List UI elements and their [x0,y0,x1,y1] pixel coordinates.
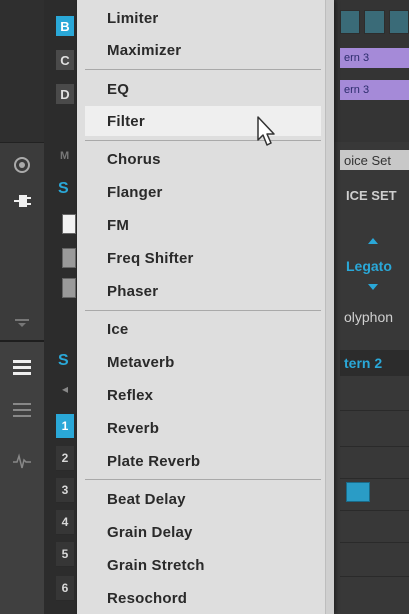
group-button-c[interactable]: C [56,50,74,70]
menu-item-resochord[interactable]: Resochord [85,583,321,613]
menu-item-ice[interactable]: Ice [85,314,321,344]
menu-item-eq[interactable]: EQ [85,74,321,104]
pad-row [340,10,409,34]
grid-line [340,542,409,543]
section-label-m: M [60,150,70,162]
menu-item-limiter[interactable]: Limiter [85,3,321,33]
pattern-cell-1[interactable]: ern 3 [340,48,409,68]
slot-box-2[interactable] [62,248,76,268]
menu-item-grain-stretch[interactable]: Grain Stretch [85,550,321,580]
menu-item-beat-delay[interactable]: Beat Delay [85,484,321,514]
grid-line [340,478,409,479]
list-icon[interactable] [12,358,32,378]
voice-settings-field[interactable]: oice Set [340,150,409,170]
group-button-b[interactable]: B [56,16,74,36]
pattern-clip[interactable] [346,482,370,502]
sound-label: S [58,180,69,197]
slot-box-3[interactable] [62,278,76,298]
menu-item-reverb[interactable]: Reverb [85,413,321,443]
arrow-up-icon[interactable] [368,238,378,244]
left-strip-mid [0,143,44,342]
pattern-cell-2[interactable]: ern 3 [340,80,409,100]
sound-icon[interactable] [12,155,32,175]
menu-item-grain-delay[interactable]: Grain Delay [85,517,321,547]
pattern-2-label[interactable]: tern 2 [340,350,409,376]
menu-item-fm[interactable]: FM [85,210,321,240]
menu-separator [85,310,321,311]
left-strip [0,0,44,614]
menu-item-plate-reverb[interactable]: Plate Reverb [85,446,321,476]
grid-line [340,410,409,411]
collapse-icon[interactable] [12,313,32,333]
sound-slot-6[interactable]: 6 [56,576,74,601]
mixer-icon[interactable] [12,400,32,420]
left-strip-bottom [0,342,44,614]
sound-slot-5[interactable]: 5 [56,542,74,567]
left-strip-top [0,0,44,143]
menu-item-flanger[interactable]: Flanger [85,177,321,207]
grid-line [340,446,409,447]
slot-box-1[interactable] [62,214,76,234]
grid-line [340,576,409,577]
polyphony-label: olyphon [344,309,394,325]
arrow-down-icon[interactable] [368,284,378,290]
sound-slot-1[interactable]: 1 [56,414,74,439]
mouse-cursor-icon [257,116,275,146]
group-button-d[interactable]: D [56,84,74,104]
waveform-icon[interactable] [12,452,32,472]
menu-item-phaser[interactable]: Phaser [85,276,321,306]
menu-item-freq-shifter[interactable]: Freq Shifter [85,243,321,273]
grid-line [340,510,409,511]
group-column: B C D M S S ◂ 1 2 3 4 5 6 [44,0,76,614]
menu-separator [85,140,321,141]
speaker-icon[interactable]: ◂ [62,382,68,396]
menu-item-maximizer[interactable]: Maximizer [85,35,321,65]
menu-separator [85,69,321,70]
menu-scrollbar[interactable] [325,0,334,614]
effects-dropdown-menu: Limiter Maximizer EQ Filter Chorus Flang… [77,0,334,614]
menu-separator [85,479,321,480]
voice-settings-header: ICE SET [346,188,397,203]
legato-value[interactable]: Legato [346,258,392,274]
sound-slot-4[interactable]: 4 [56,510,74,535]
sound-slot-3[interactable]: 3 [56,478,74,503]
sound-slot-2[interactable]: 2 [56,446,74,471]
menu-item-reflex[interactable]: Reflex [85,380,321,410]
menu-item-chorus[interactable]: Chorus [85,144,321,174]
plugin-icon[interactable] [12,191,32,211]
group-label: S [58,352,69,369]
menu-item-filter[interactable]: Filter [85,106,321,136]
menu-item-metaverb[interactable]: Metaverb [85,347,321,377]
